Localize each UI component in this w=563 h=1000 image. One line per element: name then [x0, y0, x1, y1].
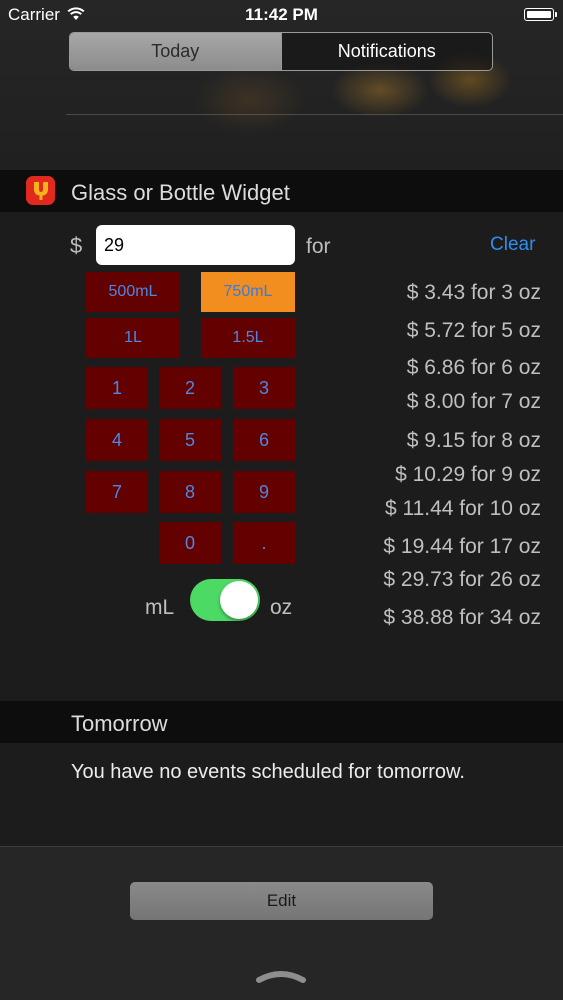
toggle-knob	[220, 581, 258, 619]
edit-button[interactable]: Edit	[130, 882, 433, 920]
widget-title: Glass or Bottle Widget	[71, 180, 290, 205]
clear-button[interactable]: Clear	[490, 234, 535, 256]
price-result: $ 10.29 for 9 oz	[395, 463, 541, 486]
keypad-key-5[interactable]: 5	[159, 419, 221, 461]
price-result: $ 8.00 for 7 oz	[406, 390, 541, 413]
price-result: $ 29.73 for 26 oz	[383, 568, 541, 591]
view-segmented-control: Today Notifications	[69, 32, 493, 71]
keypad-key-6[interactable]: 6	[233, 419, 295, 461]
price-result: $ 9.15 for 8 oz	[406, 429, 541, 452]
tab-notifications[interactable]: Notifications	[280, 33, 493, 70]
unit-toggle[interactable]	[190, 579, 260, 621]
unit-label-oz: oz	[270, 596, 293, 619]
keypad-key-7[interactable]: 7	[86, 471, 148, 513]
keypad-key-0[interactable]: 0	[159, 522, 221, 564]
keypad-key-4[interactable]: 4	[86, 419, 148, 461]
size-button-1-5l[interactable]: 1.5L	[201, 318, 295, 358]
size-button-750ml[interactable]: 750mL	[201, 272, 295, 312]
grabber-icon[interactable]	[256, 968, 306, 989]
keypad-key-9[interactable]: 9	[233, 471, 295, 513]
size-button-500ml[interactable]: 500mL	[86, 272, 180, 312]
price-result: $ 19.44 for 17 oz	[383, 535, 541, 558]
keypad-key-3[interactable]: 3	[233, 367, 295, 409]
for-label: for	[306, 235, 331, 258]
clock: 11:42 PM	[245, 5, 318, 24]
no-events-message: You have no events scheduled for tomorro…	[71, 761, 465, 783]
app-icon	[26, 176, 55, 205]
price-result: $ 38.88 for 34 oz	[383, 606, 541, 629]
price-input[interactable]	[96, 225, 295, 265]
keypad-key-decimal[interactable]: .	[233, 522, 295, 564]
price-result: $ 11.44 for 10 oz	[384, 497, 541, 520]
battery-icon	[524, 8, 557, 21]
price-result: $ 3.43 for 3 oz	[406, 281, 541, 304]
unit-label-ml: mL	[145, 596, 175, 619]
divider	[0, 846, 563, 847]
divider	[66, 114, 563, 115]
tomorrow-title: Tomorrow	[71, 711, 168, 736]
keypad-key-8[interactable]: 8	[159, 471, 221, 513]
status-bar: Carrier 11:42 PM	[0, 0, 563, 30]
price-result: $ 6.86 for 6 oz	[406, 356, 541, 379]
keypad-key-1[interactable]: 1	[86, 367, 148, 409]
size-button-1l[interactable]: 1L	[86, 318, 180, 358]
currency-symbol: $	[70, 233, 83, 258]
price-result: $ 5.72 for 5 oz	[406, 319, 541, 342]
keypad-key-2[interactable]: 2	[159, 367, 221, 409]
tab-today[interactable]: Today	[70, 33, 281, 70]
